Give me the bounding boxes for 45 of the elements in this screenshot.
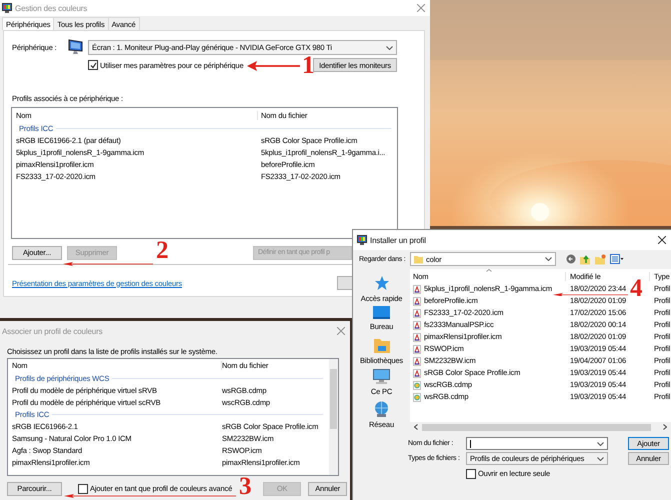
chevron-down-icon[interactable] — [597, 456, 604, 460]
checkbox[interactable] — [88, 60, 98, 70]
chevron-down-icon[interactable] — [597, 442, 604, 446]
profile-file-icon — [413, 344, 421, 354]
scrollbar[interactable] — [329, 359, 338, 475]
arrow — [247, 61, 300, 71]
up-folder-icon[interactable] — [580, 254, 591, 264]
profile-file-icon — [413, 308, 421, 318]
sort-caret-icon — [486, 269, 492, 272]
model-file-icon — [413, 392, 421, 402]
folder-icon — [414, 254, 423, 264]
window-title: Associer un profil de couleurs — [2, 326, 102, 336]
profile-file-icon — [413, 368, 421, 378]
profile-file-icon — [413, 284, 421, 294]
desktop-icon[interactable] — [372, 306, 390, 320]
model-file-icon — [413, 380, 421, 390]
chevron-down-icon[interactable] — [386, 46, 393, 50]
chevron-right-icon[interactable] — [663, 424, 667, 430]
annotation-number: 1 — [302, 55, 314, 77]
chevron-down-icon[interactable] — [545, 257, 552, 261]
app-icon — [2, 3, 12, 13]
close-icon[interactable] — [658, 236, 666, 244]
annotation-number: 3 — [239, 476, 252, 498]
back-icon[interactable] — [566, 254, 576, 264]
view-menu-icon[interactable] — [610, 254, 624, 264]
window-title: Installer un profil — [370, 236, 426, 244]
window-title: Gestion des couleurs — [15, 4, 88, 12]
annotation-number: 4 — [630, 278, 642, 300]
new-folder-icon[interactable] — [595, 254, 606, 264]
checkbox[interactable] — [78, 484, 88, 494]
profile-file-icon — [413, 356, 421, 366]
folder-icon[interactable] — [374, 338, 390, 353]
profile-file-icon — [413, 332, 421, 342]
profile-file-icon — [413, 296, 421, 306]
scrollbar[interactable] — [410, 422, 671, 432]
network-icon[interactable] — [372, 400, 390, 417]
annotation-number: 2 — [156, 240, 168, 262]
computer-icon[interactable] — [373, 369, 390, 384]
app-icon — [357, 235, 367, 245]
file-name-field[interactable] — [466, 437, 608, 450]
profile-file-icon — [413, 320, 421, 330]
checkbox[interactable] — [466, 468, 476, 478]
chevron-left-icon[interactable] — [414, 424, 418, 430]
star-icon[interactable] — [374, 275, 390, 291]
monitor-icon — [68, 39, 84, 56]
